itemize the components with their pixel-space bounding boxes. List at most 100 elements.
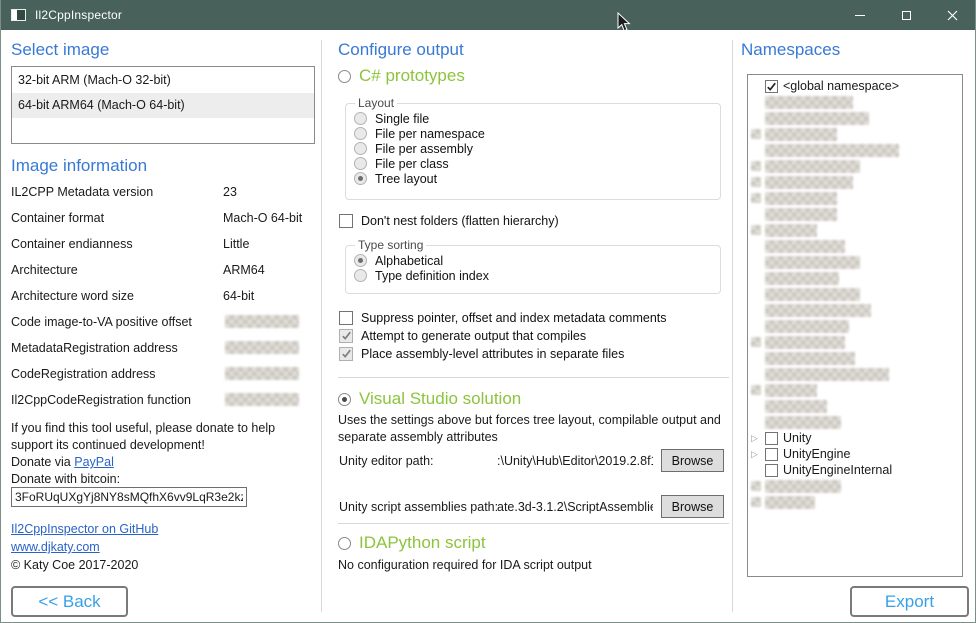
redacted-namespace (765, 416, 841, 429)
redacted-value (225, 393, 299, 406)
image-listbox[interactable]: 32-bit ARM (Mach-O 32-bit)64-bit ARM64 (… (11, 66, 315, 144)
ida-script-option[interactable]: IDAPython script (338, 533, 486, 553)
expander-spacer (751, 497, 765, 507)
ida-description: No configuration required for IDA script… (338, 557, 729, 574)
namespace-label: UnityEngineInternal (783, 463, 892, 477)
separator-left (321, 40, 322, 612)
namespace-label: Unity (783, 431, 811, 445)
image-list-item[interactable]: 64-bit ARM64 (Mach-O 64-bit) (12, 93, 314, 118)
vs-solution-radio[interactable] (338, 393, 351, 406)
donate-block: If you find this tool useful, please don… (11, 420, 311, 488)
csharp-prototypes-radio[interactable] (338, 70, 351, 83)
configure-output-header: Configure output (338, 40, 464, 60)
redacted-blob (751, 385, 761, 395)
radio-icon[interactable] (354, 112, 367, 125)
radio-icon[interactable] (354, 254, 367, 267)
radio-label: Type definition index (375, 269, 489, 283)
info-label: Container endianness (11, 237, 133, 251)
checkbox-row[interactable]: Attempt to generate output that compiles (339, 328, 667, 343)
radio-icon[interactable] (354, 157, 367, 170)
namespace-row (748, 158, 962, 174)
info-value: Little (223, 237, 249, 251)
expander-icon[interactable]: ▷ (751, 449, 765, 460)
expander-spacer (751, 385, 765, 395)
export-button[interactable]: Export (850, 586, 969, 617)
checkbox[interactable] (339, 214, 353, 228)
path-field-row: Unity script assemblies path:ate.3d-3.1.… (337, 496, 729, 520)
bitcoin-address-input[interactable] (11, 487, 247, 507)
redacted-namespace (765, 496, 815, 509)
radio-label: Alphabetical (375, 254, 443, 268)
namespace-checkbox[interactable] (765, 80, 778, 93)
radio-icon[interactable] (354, 269, 367, 282)
info-label: Architecture (11, 263, 78, 277)
radio-icon[interactable] (354, 172, 367, 185)
radio-option[interactable]: File per assembly (354, 141, 712, 156)
redacted-namespace (765, 336, 845, 349)
app-window: Il2CppInspector Select image 32-bit ARM … (0, 0, 976, 623)
radio-icon[interactable] (354, 142, 367, 155)
csharp-prototypes-option[interactable]: C# prototypes (338, 66, 465, 86)
vs-solution-label: Visual Studio solution (359, 389, 521, 409)
namespace-row[interactable]: UnityEngineInternal (748, 462, 962, 478)
checkbox[interactable] (339, 311, 353, 325)
redacted-namespace (765, 352, 855, 365)
namespace-row[interactable]: <global namespace> (748, 78, 962, 94)
radio-option[interactable]: Single file (354, 111, 712, 126)
radio-icon[interactable] (354, 127, 367, 140)
expander-spacer (751, 129, 765, 139)
namespace-checkbox[interactable] (765, 432, 778, 445)
namespace-row (748, 238, 962, 254)
namespaces-listbox[interactable]: <global namespace> ▷ Unity▷UnityEngineUnit… (747, 74, 963, 577)
namespace-row (748, 110, 962, 126)
vs-solution-option[interactable]: Visual Studio solution (338, 389, 521, 409)
path-field-value[interactable]: :\Unity\Hub\Editor\2019.2.8f1 (497, 454, 653, 468)
checkbox-label: Place assembly-level attributes in separ… (361, 347, 624, 361)
namespace-row (748, 398, 962, 414)
expander-spacer (751, 337, 765, 347)
namespace-row (748, 334, 962, 350)
checkbox-row[interactable]: Suppress pointer, offset and index metad… (339, 310, 667, 325)
redacted-namespace (765, 112, 869, 125)
ida-script-radio[interactable] (338, 537, 351, 550)
namespace-checkbox[interactable] (765, 448, 778, 461)
donate-text: If you find this tool useful, please don… (11, 421, 275, 452)
redacted-namespace (765, 288, 860, 301)
radio-option[interactable]: Tree layout (354, 171, 712, 186)
checkbox-row[interactable]: Place assembly-level attributes in separ… (339, 346, 667, 361)
redacted-namespace (765, 256, 860, 269)
redacted-blob (751, 225, 761, 235)
flatten-checkbox-row[interactable]: Don't nest folders (flatten hierarchy) (339, 213, 559, 228)
paypal-link[interactable]: PayPal (74, 455, 114, 469)
redacted-blob (751, 129, 761, 139)
browse-button[interactable]: Browse (661, 495, 724, 518)
expander-spacer (751, 193, 765, 203)
redacted-namespace (765, 160, 860, 173)
redacted-namespace (765, 208, 837, 221)
namespace-row (748, 126, 962, 142)
radio-option[interactable]: File per class (354, 156, 712, 171)
expander-icon[interactable]: ▷ (751, 433, 765, 444)
info-label: MetadataRegistration address (11, 341, 178, 355)
website-link[interactable]: www.djkaty.com (11, 540, 100, 554)
redacted-blob (751, 193, 761, 203)
info-label: Architecture word size (11, 289, 134, 303)
path-field-value[interactable]: ate.3d-3.1.2\ScriptAssemblies (497, 500, 653, 514)
namespace-row[interactable]: ▷ Unity (748, 430, 962, 446)
namespace-row (748, 254, 962, 270)
radio-label: Tree layout (375, 172, 437, 186)
browse-button[interactable]: Browse (661, 449, 724, 472)
checkbox[interactable] (339, 347, 353, 361)
namespace-row[interactable]: ▷UnityEngine (748, 446, 962, 462)
back-button[interactable]: << Back (11, 586, 128, 617)
radio-option[interactable]: File per namespace (354, 126, 712, 141)
ida-script-label: IDAPython script (359, 533, 486, 553)
path-field-label: Unity editor path: (339, 454, 434, 468)
namespace-checkbox[interactable] (765, 464, 778, 477)
image-list-item[interactable]: 32-bit ARM (Mach-O 32-bit) (12, 68, 314, 93)
radio-option[interactable]: Alphabetical (354, 253, 712, 268)
checkbox[interactable] (339, 329, 353, 343)
radio-option[interactable]: Type definition index (354, 268, 712, 283)
redacted-namespace (765, 304, 871, 317)
github-link[interactable]: Il2CppInspector on GitHub (11, 522, 158, 536)
